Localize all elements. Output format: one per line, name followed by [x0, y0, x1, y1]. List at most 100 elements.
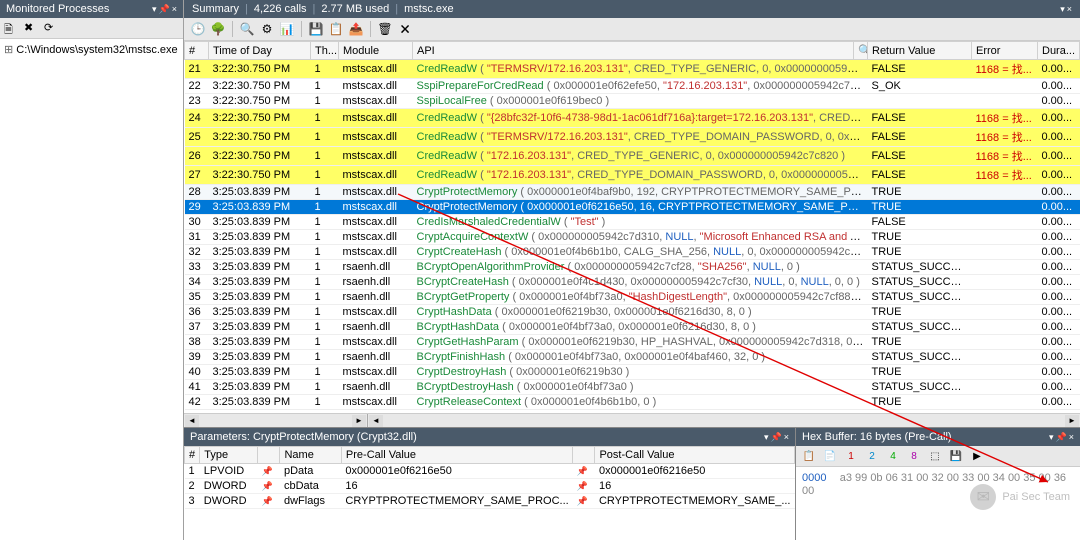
pcol-type[interactable]: Type [200, 447, 258, 464]
panel-pin-icon[interactable]: 📌 [771, 432, 782, 443]
col-time[interactable]: Time of Day [209, 42, 311, 60]
clock-icon[interactable]: 🕒 [190, 21, 206, 37]
scroll-right-icon[interactable]: ► [352, 415, 366, 427]
hex-next-icon[interactable]: ▶ [968, 448, 986, 464]
options-icon[interactable]: ⚙ [259, 21, 275, 37]
separator [232, 21, 233, 37]
table-row[interactable]: 323:25:03.839 PM1mstscax.dllCryptCreateH… [185, 245, 1080, 260]
pcol-pin2 [573, 447, 595, 464]
horizontal-scrollbar[interactable]: ◄► ◄► [184, 413, 1080, 427]
col-dura[interactable]: Dura... [1038, 42, 1080, 60]
hex-offset: 0000 [802, 472, 826, 484]
panel-close-icon[interactable]: × [1069, 432, 1074, 443]
parameters-grid[interactable]: # Type Name Pre-Call Value Post-Call Val… [184, 446, 795, 540]
panel-dropdown-icon[interactable]: ▾ [1049, 432, 1054, 443]
param-row[interactable]: 1LPVOID📌pData0x000001e0f6216e50📌0x000001… [185, 464, 795, 479]
remove-process-icon[interactable]: ✖ [24, 21, 38, 35]
pcol-pin [258, 447, 280, 464]
col-thread[interactable]: Th... [311, 42, 339, 60]
table-row[interactable]: 343:25:03.839 PM1rsaenh.dll BCryptCreate… [185, 275, 1080, 290]
save-icon[interactable]: 💾 [308, 21, 324, 37]
pcol-name[interactable]: Name [280, 447, 341, 464]
hex-paste-icon[interactable]: 📄 [821, 448, 839, 464]
table-row[interactable]: 403:25:03.839 PM1mstscax.dllCryptDestroy… [185, 365, 1080, 380]
parameters-title: Parameters: CryptProtectMemory (Crypt32.… [190, 431, 417, 443]
export-icon[interactable]: 📤 [348, 21, 364, 37]
hex-8byte-icon[interactable]: 8 [905, 448, 923, 464]
hex-header: Hex Buffer: 16 bytes (Pre-Call) ▾📌× [796, 428, 1080, 446]
pcol-idx[interactable]: # [185, 447, 200, 464]
hex-bin-icon[interactable]: ⬚ [926, 448, 944, 464]
calls-panel: Summary | 4,226 calls | 2.77 MB used | m… [184, 0, 1080, 540]
tree-icon[interactable]: 🌳 [210, 21, 226, 37]
parameters-header: Parameters: CryptProtectMemory (Crypt32.… [184, 428, 795, 446]
panel-close-icon[interactable]: × [172, 4, 177, 15]
param-row[interactable]: 2DWORD📌cbData16📌16 [185, 479, 795, 494]
table-row[interactable]: 243:22:30.750 PM1mstscax.dllCredReadW ( … [185, 109, 1080, 128]
table-row[interactable]: 283:25:03.839 PM1mstscax.dllCryptProtect… [185, 185, 1080, 200]
tree-item-mstsc[interactable]: C:\Windows\system32\mstsc.exe [4, 42, 179, 57]
scroll-left-icon[interactable]: ◄ [369, 415, 383, 427]
filter-icon[interactable]: 🔍 [239, 21, 255, 37]
table-row[interactable]: 383:25:03.839 PM1mstscax.dllCryptGetHash… [185, 335, 1080, 350]
scroll-left-icon[interactable]: ◄ [185, 415, 199, 427]
calls-grid: # Time of Day Th... Module API 🔍 Return … [184, 41, 1080, 410]
delete-icon[interactable]: 🗙 [397, 21, 413, 37]
table-row[interactable]: 413:25:03.839 PM1rsaenh.dll BCryptDestro… [185, 380, 1080, 395]
col-return[interactable]: Return Value [868, 42, 972, 60]
table-row[interactable]: 333:25:03.839 PM1rsaenh.dll BCryptOpenAl… [185, 260, 1080, 275]
table-row[interactable]: 393:25:03.839 PM1rsaenh.dll BCryptFinish… [185, 350, 1080, 365]
hex-content[interactable]: 0000 a3 99 0b 06 31 00 32 00 33 00 34 00… [796, 467, 1080, 540]
col-search[interactable]: 🔍 [854, 42, 868, 60]
chart-icon[interactable]: 📊 [279, 21, 295, 37]
panel-close-icon[interactable]: × [1067, 4, 1072, 15]
panel-pin-icon[interactable]: 📌 [159, 4, 170, 15]
process-tree[interactable]: C:\Windows\system32\mstsc.exe [0, 39, 183, 540]
calls-grid-container[interactable]: # Time of Day Th... Module API 🔍 Return … [184, 41, 1080, 413]
copy-icon[interactable]: 📋 [328, 21, 344, 37]
table-row[interactable]: 353:25:03.839 PM1rsaenh.dll BCryptGetPro… [185, 290, 1080, 305]
panel-close-icon[interactable]: × [784, 432, 789, 443]
table-row[interactable]: 373:25:03.839 PM1rsaenh.dll BCryptHashDa… [185, 320, 1080, 335]
hex-copy-icon[interactable]: 📋 [800, 448, 818, 464]
clear-icon[interactable]: 🗑 [377, 21, 393, 37]
add-process-icon[interactable]: 🗎 [4, 21, 18, 35]
table-row[interactable]: 253:22:30.750 PM1mstscax.dllCredReadW ( … [185, 128, 1080, 147]
summary-label: Summary [192, 3, 239, 15]
panel-dropdown-icon[interactable]: ▾ [764, 432, 769, 443]
table-row[interactable]: 263:22:30.750 PM1mstscax.dllCredReadW ( … [185, 147, 1080, 166]
col-num[interactable]: # [185, 42, 209, 60]
table-row[interactable]: 273:22:30.750 PM1mstscax.dllCredReadW ( … [185, 166, 1080, 185]
table-row[interactable]: 233:22:30.750 PM1mstscax.dllSspiLocalFre… [185, 94, 1080, 109]
pin-icon: 📌 [577, 496, 588, 506]
scroll-right-icon[interactable]: ► [1065, 415, 1079, 427]
hex-panel: Hex Buffer: 16 bytes (Pre-Call) ▾📌× 📋 📄 … [796, 428, 1080, 540]
table-row[interactable]: 423:25:03.839 PM1mstscax.dllCryptRelease… [185, 395, 1080, 410]
col-module[interactable]: Module [339, 42, 413, 60]
table-row[interactable]: 223:22:30.750 PM1mstscax.dllSspiPrepareF… [185, 79, 1080, 94]
table-row[interactable]: 363:25:03.839 PM1mstscax.dllCryptHashDat… [185, 305, 1080, 320]
panel-dropdown-icon[interactable]: ▾ [152, 4, 157, 15]
pin-icon: 📌 [262, 496, 273, 506]
hex-save-icon[interactable]: 💾 [947, 448, 965, 464]
pin-icon: 📌 [262, 481, 273, 491]
panel-pin-icon[interactable]: 📌 [1056, 432, 1067, 443]
monitored-processes-header: Monitored Processes ▾ 📌 × [0, 0, 183, 18]
separator [301, 21, 302, 37]
col-api[interactable]: API [413, 42, 854, 60]
table-row[interactable]: 303:25:03.839 PM1mstscax.dllCredIsMarsha… [185, 215, 1080, 230]
hex-4byte-icon[interactable]: 4 [884, 448, 902, 464]
bottom-panels: Parameters: CryptProtectMemory (Crypt32.… [184, 427, 1080, 540]
table-row[interactable]: 293:25:03.839 PM1mstscax.dllCryptProtect… [185, 200, 1080, 215]
refresh-icon[interactable]: ⟳ [44, 21, 58, 35]
param-row[interactable]: 3DWORD📌dwFlagsCRYPTPROTECTMEMORY_SAME_PR… [185, 494, 795, 509]
col-error[interactable]: Error [972, 42, 1038, 60]
table-row[interactable]: 213:22:30.750 PM1mstscax.dllCredReadW ( … [185, 60, 1080, 79]
pcol-pre[interactable]: Pre-Call Value [341, 447, 572, 464]
pin-icon: 📌 [577, 466, 588, 476]
panel-dropdown-icon[interactable]: ▾ [1060, 4, 1065, 15]
hex-2byte-icon[interactable]: 2 [863, 448, 881, 464]
hex-1byte-icon[interactable]: 1 [842, 448, 860, 464]
pcol-post[interactable]: Post-Call Value [595, 447, 795, 464]
table-row[interactable]: 313:25:03.839 PM1mstscax.dllCryptAcquire… [185, 230, 1080, 245]
